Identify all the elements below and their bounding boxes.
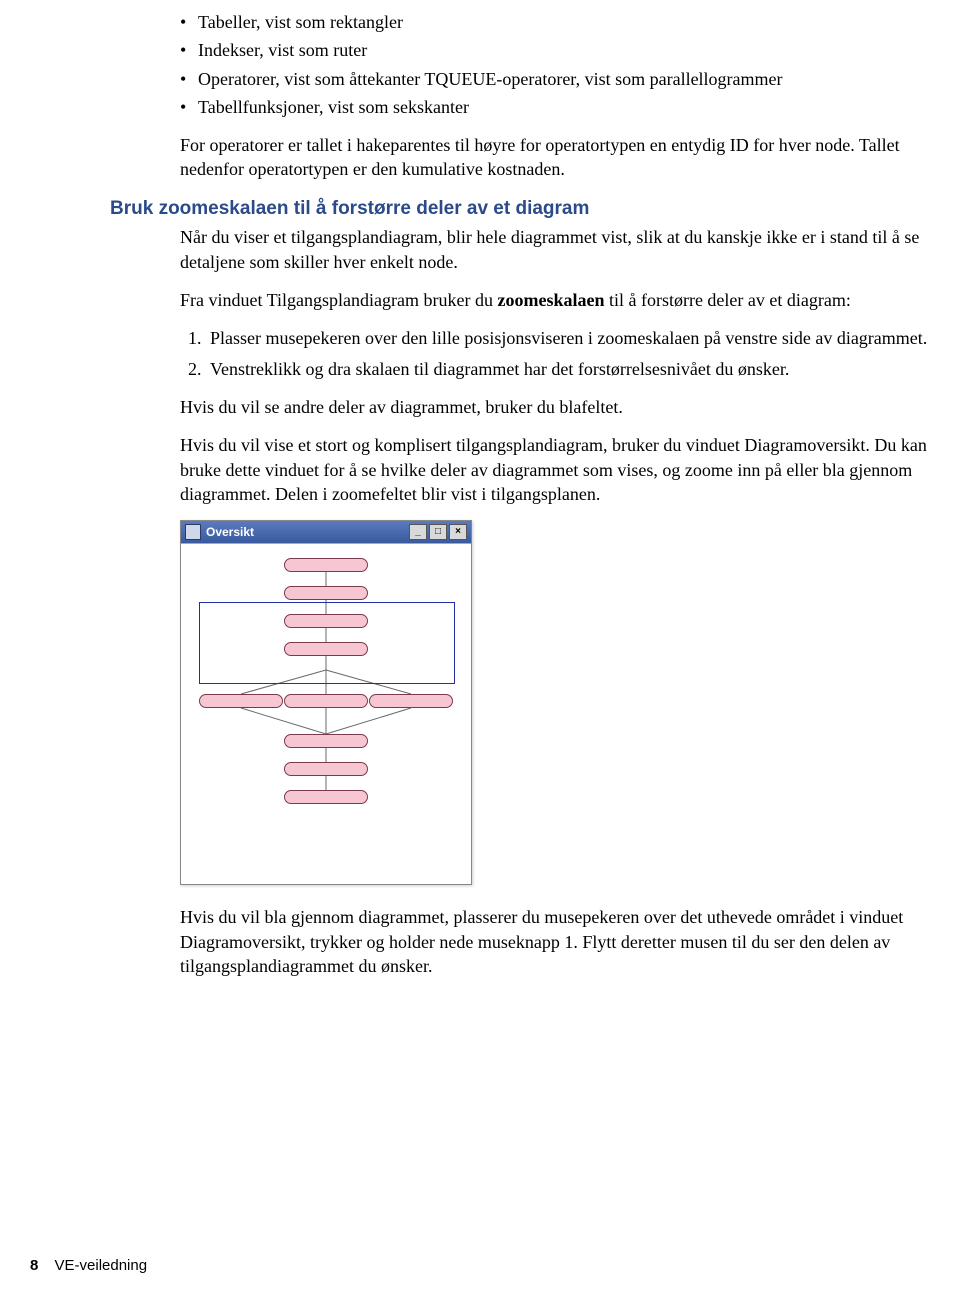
- paragraph-use-zoomscale: Fra vinduet Tilgangsplandiagram bruker d…: [180, 288, 930, 312]
- diagram-node[interactable]: [284, 586, 368, 600]
- list-item: Tabellfunksjoner, vist som sekskanter: [180, 95, 930, 119]
- paragraph-scroll: Hvis du vil bla gjennom diagrammet, plas…: [180, 905, 930, 978]
- page-number: 8: [30, 1257, 38, 1274]
- bullet-list: Tabeller, vist som rektangler Indekser, …: [110, 10, 930, 119]
- diagram-node[interactable]: [284, 694, 368, 708]
- close-button[interactable]: ×: [449, 524, 467, 540]
- text: til å forstørre deler av et diagram:: [604, 290, 850, 310]
- list-item: Tabeller, vist som rektangler: [180, 10, 930, 34]
- diagram-node[interactable]: [284, 762, 368, 776]
- diagram-node[interactable]: [284, 734, 368, 748]
- diagram-node[interactable]: [199, 694, 283, 708]
- window-title: Oversikt: [206, 524, 409, 540]
- app-icon: [185, 524, 201, 540]
- paragraph-blafeltet: Hvis du vil se andre deler av diagrammet…: [180, 395, 930, 419]
- footer-title: VE-veiledning: [55, 1257, 148, 1274]
- paragraph-oversikt: Hvis du vil vise et stort og komplisert …: [180, 433, 930, 506]
- steps-list: Plasser musepekeren over den lille posis…: [180, 326, 930, 381]
- diagram-node[interactable]: [284, 558, 368, 572]
- list-item: Plasser musepekeren over den lille posis…: [206, 326, 930, 350]
- page-footer: 8 VE-veiledning: [30, 1256, 147, 1276]
- list-item: Indekser, vist som ruter: [180, 38, 930, 62]
- paragraph-intro: Når du viser et tilgangsplandiagram, bli…: [180, 225, 930, 274]
- minimize-button[interactable]: _: [409, 524, 427, 540]
- list-item: Operatorer, vist som åttekanter TQUEUE-o…: [180, 67, 930, 91]
- section-heading-zoomscale: Bruk zoomeskalaen til å forstørre deler …: [110, 196, 930, 222]
- window-titlebar: Oversikt _ □ ×: [181, 521, 471, 543]
- diagram-node[interactable]: [284, 790, 368, 804]
- diagram-node[interactable]: [284, 614, 368, 628]
- zoomeskalaen-term: zoomeskalaen: [497, 290, 604, 310]
- list-item: Venstreklikk og dra skalaen til diagramm…: [206, 357, 930, 381]
- oversikt-window: Oversikt _ □ ×: [180, 520, 472, 885]
- diagram-overview-area[interactable]: [181, 543, 471, 884]
- diagram-node[interactable]: [369, 694, 453, 708]
- maximize-button[interactable]: □: [429, 524, 447, 540]
- diagram-node[interactable]: [284, 642, 368, 656]
- paragraph-operator-id: For operatorer er tallet i hakeparentes …: [180, 133, 930, 182]
- text: Fra vinduet Tilgangsplandiagram bruker d…: [180, 290, 497, 310]
